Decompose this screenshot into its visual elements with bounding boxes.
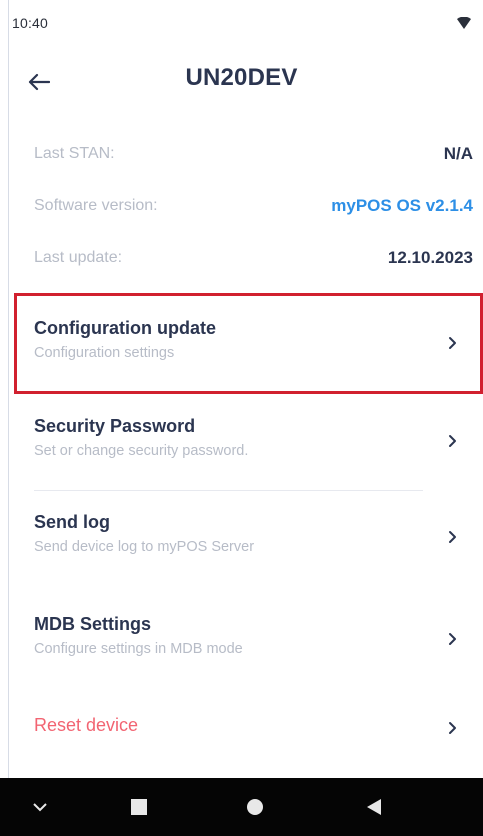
- page-title: UN20DEV: [185, 64, 298, 91]
- menu-item-title: Send log: [34, 512, 110, 532]
- divider: [34, 490, 423, 491]
- info-row-software-version: Software version: myPOS OS v2.1.4: [34, 191, 473, 221]
- info-row-last-stan: Last STAN: N/A: [34, 139, 473, 169]
- chevron-right-icon: [449, 633, 456, 645]
- last-update-value: 12.10.2023: [387, 248, 473, 267]
- menu-item-subtitle: Set or change security password.: [34, 443, 249, 459]
- menu-item-title: Reset device: [34, 715, 139, 735]
- home-icon[interactable]: [233, 778, 277, 836]
- menu-item-security-password[interactable]: Security Password Set or change security…: [10, 398, 483, 484]
- status-bar: 10:40: [0, 0, 483, 38]
- last-stan-value: N/A: [443, 144, 473, 163]
- menu-item-subtitle: Send device log to myPOS Server: [34, 539, 255, 555]
- app-bar: UN20DEV: [0, 52, 483, 108]
- last-stan-label: Last STAN:: [34, 145, 115, 162]
- chevron-right-icon: [449, 435, 456, 447]
- frame-edge: [8, 0, 9, 778]
- recents-icon[interactable]: [117, 778, 161, 836]
- system-nav-bar: [0, 778, 483, 836]
- chevron-down-icon[interactable]: [18, 778, 62, 836]
- highlight-frame: [14, 293, 483, 394]
- software-version-value: myPOS OS v2.1.4: [331, 196, 473, 215]
- software-version-label: Software version:: [34, 197, 158, 214]
- chevron-right-icon: [449, 531, 456, 543]
- chevron-right-icon: [449, 722, 456, 734]
- menu-item-title: Security Password: [34, 416, 196, 436]
- status-time: 10:40: [12, 15, 49, 31]
- back-triangle-icon[interactable]: [352, 778, 396, 836]
- last-update-label: Last update:: [34, 249, 123, 266]
- device-settings-screen: 10:40 UN20DEV Last STAN: N/A Software ve…: [0, 0, 483, 836]
- wifi-signal-icon: [457, 16, 471, 34]
- menu-item-send-log[interactable]: Send log Send device log to myPOS Server: [10, 494, 483, 580]
- menu-item-subtitle: Configure settings in MDB mode: [34, 641, 243, 657]
- menu-item-title: MDB Settings: [34, 614, 151, 634]
- info-row-last-update: Last update: 12.10.2023: [34, 243, 473, 273]
- menu-item-reset-device[interactable]: Reset device: [10, 684, 483, 764]
- menu-item-mdb-settings[interactable]: MDB Settings Configure settings in MDB m…: [10, 596, 483, 682]
